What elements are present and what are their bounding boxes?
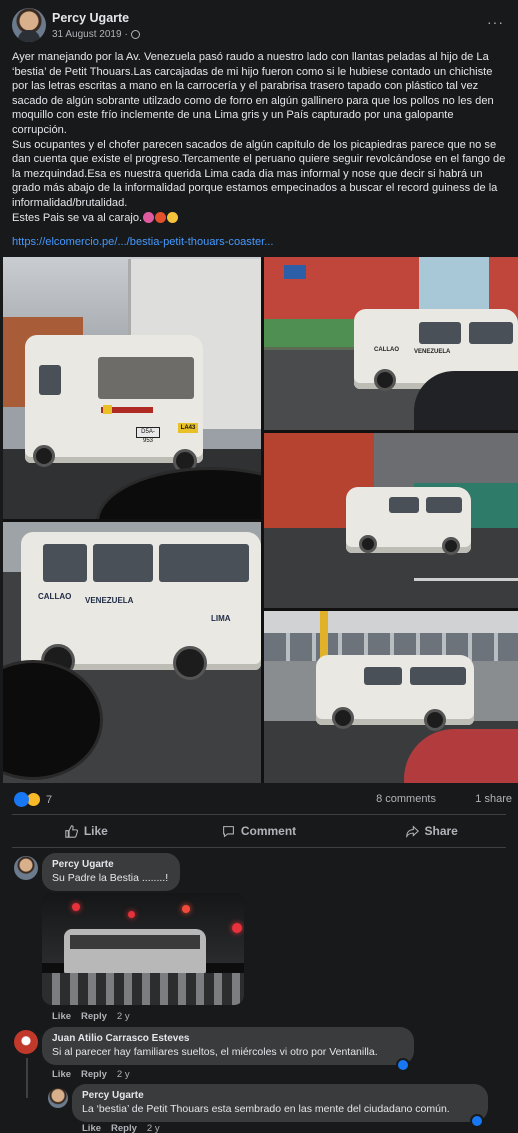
comment-reply-link[interactable]: Reply (81, 1069, 107, 1080)
comment-label: Comment (240, 824, 297, 838)
share-icon (405, 824, 419, 838)
facebook-post: Percy Ugarte 31 August 2019 · ··· Ayer m… (0, 0, 518, 1133)
side-mirror (3, 660, 103, 780)
post-paragraph-3-text: Estes Pais se va al carajo. (12, 211, 143, 224)
thumbs-up-icon (65, 824, 78, 838)
post-date[interactable]: 31 August 2019 (52, 29, 122, 40)
comment-icon (222, 825, 234, 837)
reply-text: La ‘bestia’ de Petit Thouars esta sembra… (82, 1103, 450, 1115)
comment-reply-link[interactable]: Reply (81, 1011, 107, 1022)
comment-button[interactable]: Comment (173, 815, 346, 847)
photo-5[interactable] (264, 611, 518, 783)
photo-1[interactable]: D5A-953 LA43 (3, 257, 261, 519)
reply-bubble: Percy Ugarte La ‘bestia’ de Petit Thouar… (72, 1084, 488, 1122)
author-avatar[interactable] (12, 8, 46, 42)
share-label: Share (424, 824, 458, 838)
number-sticker (103, 405, 112, 414)
reply-author[interactable]: Percy Ugarte (82, 1090, 478, 1101)
reaction-count: 7 (46, 793, 53, 806)
reply-like-link[interactable]: Like (82, 1123, 101, 1133)
van-side-text-lima: LIMA (211, 614, 231, 623)
comment-like-link[interactable]: Like (52, 1011, 71, 1022)
dark-car (414, 371, 518, 430)
post-actions: Like Comment Share (0, 815, 518, 847)
comment-text: Su Padre la Bestia ........! (52, 872, 169, 884)
post-header: Percy Ugarte 31 August 2019 · ··· (0, 0, 518, 48)
comment-like-link[interactable]: Like (52, 1069, 71, 1080)
comments-count[interactable]: 8 comments (376, 793, 436, 805)
comment-text: Si al parecer hay familiares sueltos, el… (52, 1046, 378, 1058)
comment-photo[interactable] (42, 893, 244, 1005)
commenter-avatar[interactable] (14, 856, 38, 880)
article-link[interactable]: https://elcomercio.pe/.../bestia-petit-t… (12, 236, 273, 248)
more-options-icon[interactable]: ··· (487, 14, 504, 30)
photo-4[interactable]: CALLAO VENEZUELA LIMA (3, 522, 261, 783)
dizzy-face-emoji-icon (143, 211, 155, 223)
comment-like-reaction-icon[interactable] (396, 1058, 410, 1072)
post-paragraph-3: Estes Pais se va al carajo. (12, 211, 510, 226)
thread-line (26, 1058, 28, 1098)
photo-2[interactable]: CALLAO VENEZUELA (264, 257, 518, 430)
van-side-text-callao: CALLAO (374, 347, 399, 353)
like-button[interactable]: Like (0, 815, 173, 847)
post-body: Ayer manejando por la Av. Venezuela pasó… (12, 50, 510, 225)
photo-3[interactable] (264, 433, 518, 608)
comment-author[interactable]: Juan Atilio Carrasco Esteves (52, 1033, 404, 1044)
van-side-text-venezuela: VENEZUELA (414, 349, 451, 355)
post-paragraph-2: Sus ocupantes y el chofer parecen sacado… (12, 138, 506, 209)
van (25, 335, 203, 463)
reply-reply-link[interactable]: Reply (111, 1123, 137, 1133)
comment-age[interactable]: 2 y (117, 1069, 130, 1080)
globe-icon (130, 30, 140, 39)
route-sign: LA43 (178, 423, 198, 433)
photo-grid: D5A-953 LA43 CALLAO VENEZUELA CALLAO VEN… (3, 257, 518, 783)
post-paragraph-1: Ayer manejando por la Av. Venezuela pasó… (12, 51, 494, 136)
comment-actions: Like Reply 2 y (52, 1011, 130, 1022)
reply-like-reaction-icon[interactable] (470, 1114, 484, 1128)
reply-age[interactable]: 2 y (147, 1123, 160, 1133)
comment-bubble: Percy Ugarte Su Padre la Bestia ........… (42, 853, 180, 891)
street-sign (284, 265, 306, 279)
divider (12, 847, 506, 848)
screaming-face-emoji-icon (167, 211, 179, 223)
van-rear-window (98, 357, 194, 399)
comment-bubble: Juan Atilio Carrasco Esteves Si al parec… (42, 1027, 414, 1065)
van-side-text-callao: CALLAO (38, 592, 72, 601)
comment-actions: Like Reply 2 y (52, 1069, 130, 1080)
author-name[interactable]: Percy Ugarte (52, 11, 129, 25)
license-plate: D5A-953 (136, 427, 160, 444)
share-button[interactable]: Share (345, 815, 518, 847)
comment-age[interactable]: 2 y (117, 1011, 130, 1022)
reactions-summary[interactable]: 7 (14, 792, 52, 807)
comment-author[interactable]: Percy Ugarte (52, 859, 170, 870)
meta-separator: · (124, 29, 128, 40)
commenter-avatar[interactable] (14, 1030, 38, 1054)
angry-face-emoji-icon (155, 211, 167, 223)
shares-count[interactable]: 1 share (475, 793, 512, 805)
like-reaction-icon (14, 792, 29, 807)
reply-actions: Like Reply 2 y (82, 1123, 160, 1133)
like-label: Like (83, 824, 108, 838)
van-side-window (39, 365, 61, 395)
commenter-avatar[interactable] (48, 1088, 68, 1108)
van-side-text-venezuela: VENEZUELA (85, 596, 134, 605)
post-meta: 31 August 2019 · (52, 29, 140, 40)
reaction-stats: 7 8 comments 1 share (0, 786, 518, 812)
